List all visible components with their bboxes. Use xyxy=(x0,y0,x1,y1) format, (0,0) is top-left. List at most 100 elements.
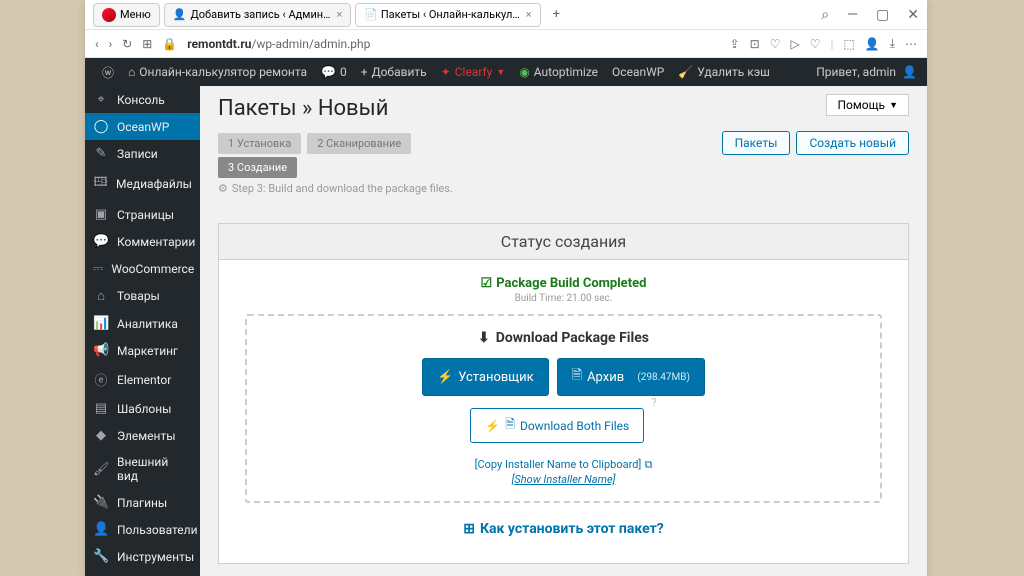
download-icon[interactable]: ⤓ xyxy=(890,36,895,51)
browser-tab-2-active[interactable]: 📄 Пакеты ‹ Онлайн-калькул…× xyxy=(355,3,540,27)
greeting-text[interactable]: Привет, admin xyxy=(816,65,896,79)
step-1[interactable]: 1 Установка xyxy=(218,133,301,154)
sidebar-item-label: Элементы xyxy=(117,429,176,443)
maximize-icon[interactable]: ▢ xyxy=(876,7,889,23)
oceanwp-button[interactable]: OceanWP xyxy=(605,58,671,86)
packages-button[interactable]: Пакеты xyxy=(722,131,791,155)
installer-button[interactable]: ⚡Установщик xyxy=(422,358,549,396)
archive-button[interactable]: 🗎Архив (298.47MB) xyxy=(557,358,705,396)
file-icon: 🗎 xyxy=(572,366,582,388)
cube-icon[interactable]: ⬚ xyxy=(843,37,854,51)
sidebar-item-маркетинг[interactable]: 📢Маркетинг xyxy=(85,337,200,364)
sidebar-item-записи[interactable]: ✎Записи xyxy=(85,140,200,167)
status-panel: Статус создания ☑Package Build Completed… xyxy=(218,223,909,564)
sidebar-item-страницы[interactable]: ▣Страницы xyxy=(85,201,200,228)
sidebar-item-oceanwp[interactable]: ◯OceanWP xyxy=(85,113,200,140)
sidebar-item-label: Товары xyxy=(117,289,160,303)
sidebar-item-настройки[interactable]: ⚙Настройки xyxy=(85,570,200,576)
sidebar-item-шаблоны[interactable]: ▤ Шаблоны xyxy=(85,395,200,422)
sidebar-item-медиафайлы[interactable]: 🖽Медиафайлы xyxy=(85,167,200,201)
plus-box-icon: ⊞ xyxy=(463,521,475,537)
screenshot-icon[interactable]: ⊡ xyxy=(750,37,760,51)
new-tab-button[interactable]: + xyxy=(545,3,568,26)
close-window-icon[interactable]: ✕ xyxy=(907,7,919,23)
panel-header: Статус создания xyxy=(219,224,908,260)
magic-icon: ✦ xyxy=(441,65,451,79)
chevron-down-icon: ▼ xyxy=(496,67,505,78)
sidebar-item-label: Медиафайлы xyxy=(116,177,192,191)
how-to-install-link[interactable]: ⊞Как установить этот пакет? xyxy=(463,521,663,537)
menu-icon: ⌖ xyxy=(93,92,109,107)
menu-icon: 👤 xyxy=(93,522,109,537)
menu-icon: ⎓ xyxy=(93,261,103,276)
url-bar: ‹ › ↻ ⊞ 🔒 remontdt.ru/wp-admin/admin.php… xyxy=(85,30,927,58)
sidebar-item-elementor[interactable]: ⓔElementor xyxy=(85,364,200,395)
clearfy-button[interactable]: ✦Clearfy ▼ xyxy=(434,58,513,86)
download-both-button[interactable]: ⚡🗎Download Both Files xyxy=(470,408,644,443)
step-3-current: 3 Создание xyxy=(218,157,297,178)
check-icon: ☑ xyxy=(481,276,493,291)
sidebar-item-label: Инструменты xyxy=(117,550,194,564)
download-icon: ⬇ xyxy=(478,330,490,346)
help-button[interactable]: Помощь ▼ xyxy=(826,94,909,116)
sidebar-item-элементы[interactable]: ◆ Элементы xyxy=(85,422,200,449)
back-button[interactable]: ‹ xyxy=(95,37,99,51)
reload-button[interactable]: ↻ xyxy=(122,37,132,51)
sidebar-item-внешний вид[interactable]: 🖌 Внешний вид xyxy=(85,449,200,489)
menu-icon: ▤ xyxy=(93,401,109,416)
comment-icon: 💬 xyxy=(321,65,336,79)
grid-icon[interactable]: ⊞ xyxy=(142,37,152,51)
lock-icon: 🔒 xyxy=(162,37,177,51)
help-badge-icon[interactable]: ? xyxy=(651,396,656,409)
copy-name-link[interactable]: [Copy Installer Name to Clipboard] xyxy=(475,458,642,471)
build-completed-status: ☑Package Build Completed xyxy=(481,276,647,291)
menu-icon: 🔧 xyxy=(93,549,109,564)
sidebar-item-комментарии[interactable]: 💬Комментарии xyxy=(85,228,200,255)
page-title: Пакеты » Новый xyxy=(218,96,909,121)
comments-button[interactable]: 💬0 xyxy=(314,58,354,86)
sidebar-item-label: Консоль xyxy=(117,93,165,107)
url-text[interactable]: remontdt.ru/wp-admin/admin.php xyxy=(187,37,370,51)
opera-menu-button[interactable]: Меню xyxy=(93,3,160,27)
show-name-link[interactable]: [Show Installer Name] xyxy=(512,473,616,486)
sidebar-item-аналитика[interactable]: 📊Аналитика xyxy=(85,310,200,337)
play-icon[interactable]: ▷ xyxy=(790,37,799,51)
opera-logo-icon xyxy=(102,8,116,22)
wp-logo[interactable]: ⓦ xyxy=(95,58,121,86)
sidebar-item-label: OceanWP xyxy=(117,120,169,134)
step-2[interactable]: 2 Сканирование xyxy=(307,133,411,154)
minimize-icon[interactable]: — xyxy=(847,7,858,23)
share-icon[interactable]: ⇪ xyxy=(730,37,740,51)
sidebar-item-плагины[interactable]: 🔌Плагины xyxy=(85,489,200,516)
autoptimize-button[interactable]: ◉Autoptimize xyxy=(512,58,605,86)
menu-icon: 💬 xyxy=(93,234,109,249)
menu-icon: 🖌 xyxy=(93,462,109,477)
admin-sidebar: ⌖ Консоль ◯OceanWP✎Записи🖽Медиафайлы▣Стран… xyxy=(85,86,200,576)
page-icon: 📄 xyxy=(364,8,378,21)
copy-icon[interactable]: ⧉ xyxy=(645,458,653,471)
close-icon[interactable]: × xyxy=(526,8,532,21)
sidebar-item-консоль[interactable]: ⌖ Консоль xyxy=(85,86,200,113)
sidebar-item-пользователи[interactable]: 👤Пользователи xyxy=(85,516,200,543)
sidebar-item-woocommerce[interactable]: ⎓WooCommerce xyxy=(85,255,200,282)
menu-icon: ◆ xyxy=(93,428,109,443)
sidebar-item-label: Внешний вид xyxy=(117,455,192,483)
delete-cache-button[interactable]: 🧹Удалить кэш xyxy=(671,58,777,86)
forward-button[interactable]: › xyxy=(109,37,113,51)
heart-icon[interactable]: ♡ xyxy=(810,37,821,51)
sidebar-item-товары[interactable]: ⌂Товары xyxy=(85,282,200,310)
sidebar-item-label: Шаблоны xyxy=(117,402,171,416)
close-icon[interactable]: × xyxy=(337,8,343,21)
menu-icon[interactable]: ⋯ xyxy=(905,37,917,51)
sidebar-item-label: Elementor xyxy=(117,373,171,387)
site-name[interactable]: ⌂Онлайн-калькулятор ремонта xyxy=(121,58,314,86)
add-new-button[interactable]: + Добавить xyxy=(354,58,434,86)
bookmark-icon[interactable]: ♡ xyxy=(770,37,781,51)
sidebar-item-инструменты[interactable]: 🔧 Инструменты xyxy=(85,543,200,570)
step-caption: ⚙ Step 3: Build and download the package… xyxy=(218,182,909,195)
profile-icon[interactable]: 👤 xyxy=(865,37,880,51)
avatar-icon[interactable]: 👤 xyxy=(902,65,917,79)
browser-tab-1[interactable]: 👤Добавить запись ‹ Админ…× xyxy=(164,3,352,27)
search-icon[interactable]: ⌕ xyxy=(821,7,829,23)
create-new-button[interactable]: Создать новый xyxy=(796,131,909,155)
